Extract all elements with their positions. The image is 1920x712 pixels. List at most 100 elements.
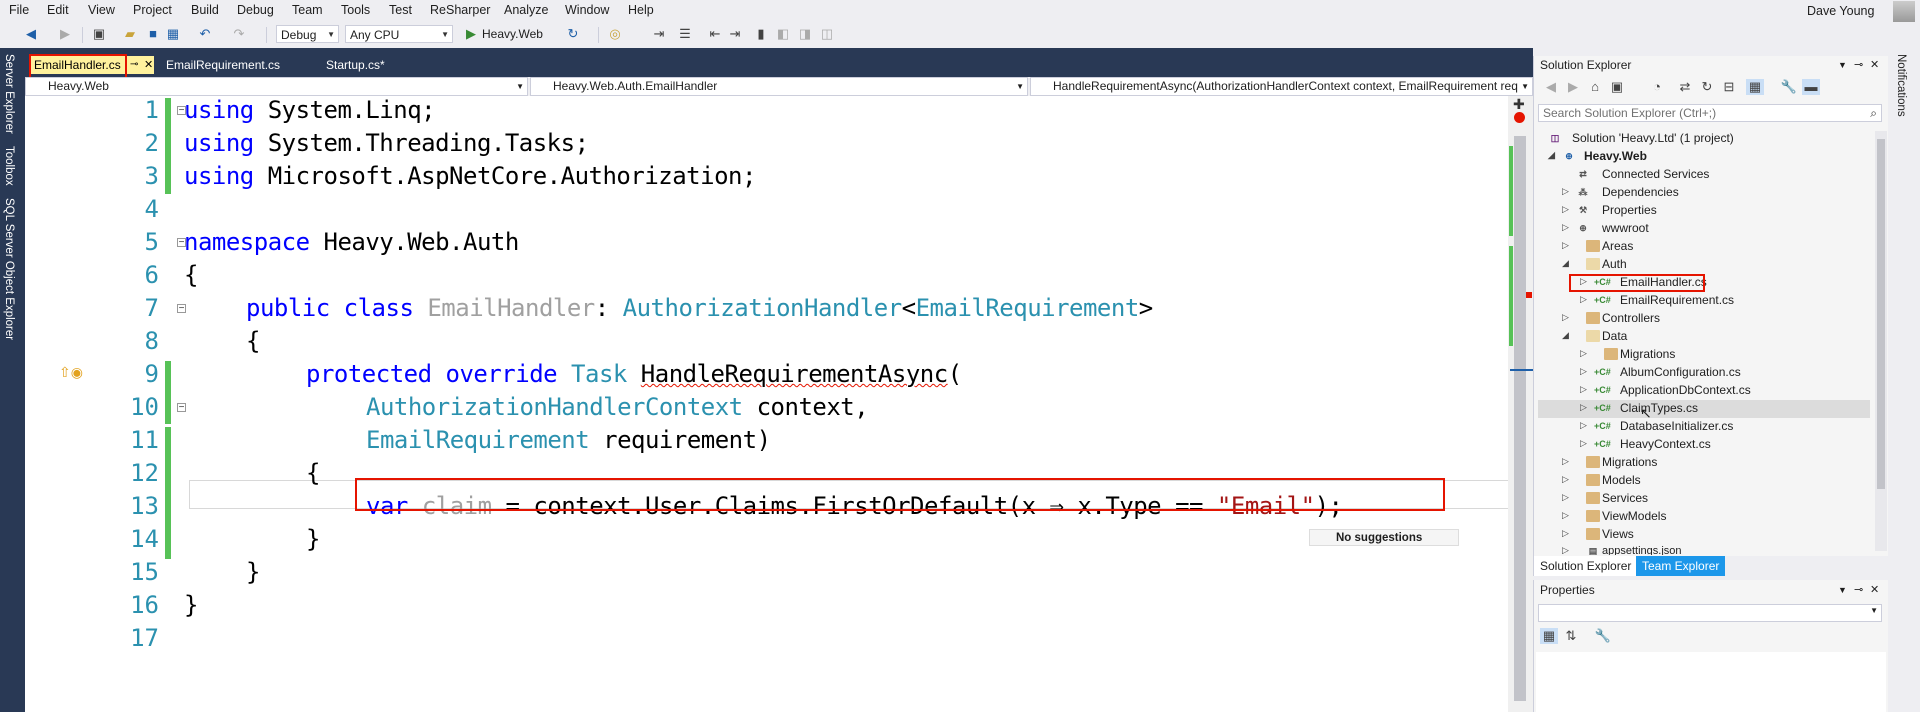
- expand-triangle-icon[interactable]: ▷: [1580, 294, 1587, 305]
- expand-triangle-icon[interactable]: ▷: [1562, 510, 1569, 521]
- categorized-icon[interactable]: ▦: [1540, 628, 1558, 644]
- menu-team[interactable]: Team: [292, 3, 323, 17]
- step-icon[interactable]: ⇥: [650, 26, 668, 42]
- run-target-label[interactable]: Heavy.Web: [482, 27, 543, 41]
- tree-item-models[interactable]: ▷ Models: [1562, 473, 1641, 487]
- tree-item-auth[interactable]: ◢ Auth: [1562, 257, 1627, 271]
- back-icon[interactable]: ◀: [22, 26, 40, 42]
- project-navigation-select[interactable]: Heavy.Web ▼: [25, 77, 528, 96]
- expand-triangle-icon[interactable]: ▷: [1562, 528, 1569, 539]
- menu-project[interactable]: Project: [133, 3, 172, 17]
- home-icon[interactable]: ⌂: [1586, 79, 1604, 95]
- menu-resharper[interactable]: ReSharper: [430, 3, 490, 17]
- sql-server-object-explorer-tab[interactable]: SQL Server Object Explorer: [3, 198, 15, 340]
- alphabetical-icon[interactable]: ⇅: [1562, 628, 1580, 644]
- tree-item-dependencies[interactable]: ▷ ⁂ Dependencies: [1562, 185, 1679, 199]
- scroll-thumb[interactable]: [1877, 139, 1885, 489]
- server-explorer-tab[interactable]: Server Explorer: [3, 54, 15, 134]
- expand-triangle-icon[interactable]: ▷: [1562, 492, 1569, 503]
- close-icon[interactable]: ✕: [144, 56, 153, 74]
- expand-triangle-icon[interactable]: ▷: [1562, 222, 1569, 233]
- tree-item-emailrequirement[interactable]: ▷ +C# EmailRequirement.cs: [1580, 293, 1734, 307]
- save-all-icon[interactable]: ▦: [164, 26, 182, 42]
- tree-item-properties[interactable]: ▷ ⚒ Properties: [1562, 203, 1657, 217]
- prev-bookmark-icon[interactable]: ◧: [774, 26, 792, 42]
- clear-bookmarks-icon[interactable]: ◫: [818, 26, 836, 42]
- comment-icon[interactable]: ☰: [676, 26, 694, 42]
- collapse-all-icon[interactable]: ⊟: [1720, 79, 1738, 95]
- close-icon[interactable]: ✕: [1870, 56, 1879, 75]
- expand-triangle-icon[interactable]: ▷: [1562, 312, 1569, 323]
- preview-icon[interactable]: ▬: [1802, 79, 1820, 95]
- expand-triangle-icon[interactable]: ▷: [1580, 402, 1587, 413]
- refresh-icon[interactable]: ↻: [1698, 79, 1716, 95]
- close-icon[interactable]: ✕: [1870, 580, 1879, 600]
- tree-item-viewmodels[interactable]: ▷ ViewModels: [1562, 509, 1666, 523]
- solution-explorer-search-input[interactable]: Search Solution Explorer (Ctrl+;) ⌕: [1538, 104, 1882, 122]
- collapse-triangle-icon[interactable]: ◢: [1548, 150, 1555, 161]
- menu-edit[interactable]: Edit: [47, 3, 69, 17]
- tree-item-connected-services[interactable]: ⇄ Connected Services: [1576, 167, 1709, 181]
- expand-triangle-icon[interactable]: ▷: [1580, 420, 1587, 431]
- tree-item-views[interactable]: ▷ Views: [1562, 527, 1634, 541]
- chevron-down-icon[interactable]: ▼: [1838, 580, 1847, 600]
- sync-icon[interactable]: ⇄: [1676, 79, 1694, 95]
- new-project-icon[interactable]: ▣: [90, 26, 108, 42]
- platform-select[interactable]: Any CPU ▼: [345, 25, 453, 43]
- configuration-select[interactable]: Debug ▼: [276, 25, 339, 43]
- pin-icon[interactable]: ⊸: [1854, 580, 1863, 600]
- open-folder-icon[interactable]: ▰: [121, 26, 139, 42]
- tree-item-albumconfiguration[interactable]: ▷ +C# AlbumConfiguration.cs: [1580, 365, 1741, 379]
- save-icon[interactable]: ■: [144, 26, 162, 42]
- member-navigation-select[interactable]: HandleRequirementAsync(AuthorizationHand…: [1030, 77, 1533, 96]
- find-icon[interactable]: ◎: [606, 26, 624, 42]
- tab-emailrequirement[interactable]: EmailRequirement.cs: [162, 56, 292, 74]
- next-bookmark-icon[interactable]: ◨: [796, 26, 814, 42]
- tree-item-appsettings[interactable]: ▷ ▤ appsettings.json: [1562, 545, 1682, 555]
- switch-views-icon[interactable]: ▣: [1608, 79, 1626, 95]
- split-icon[interactable]: ✚: [1513, 96, 1525, 113]
- error-indicator-icon[interactable]: [1514, 112, 1525, 123]
- property-pages-icon[interactable]: 🔧: [1594, 628, 1612, 644]
- menu-view[interactable]: View: [88, 3, 115, 17]
- collapse-icon[interactable]: −: [177, 403, 186, 413]
- back-icon[interactable]: ◀: [1542, 79, 1560, 95]
- play-icon[interactable]: ▶: [462, 26, 480, 42]
- tree-item-areas[interactable]: ▷ Areas: [1562, 239, 1633, 253]
- scroll-thumb[interactable]: [1514, 136, 1526, 701]
- bookmark-icon[interactable]: ▮: [752, 26, 770, 42]
- menu-build[interactable]: Build: [191, 3, 219, 17]
- menu-window[interactable]: Window: [565, 3, 609, 17]
- expand-triangle-icon[interactable]: ▷: [1562, 545, 1569, 555]
- expand-triangle-icon[interactable]: ▷: [1562, 474, 1569, 485]
- tab-team-explorer[interactable]: Team Explorer: [1636, 556, 1726, 576]
- expand-triangle-icon[interactable]: ▷: [1580, 348, 1587, 359]
- toolbox-tab[interactable]: Toolbox: [3, 146, 15, 186]
- refresh-icon[interactable]: ↻: [564, 26, 582, 42]
- outdent-icon[interactable]: ⇥: [726, 26, 744, 42]
- menu-tools[interactable]: Tools: [341, 3, 370, 17]
- tree-item-solution[interactable]: ◫ Solution 'Heavy.Ltd' (1 project): [1548, 131, 1734, 145]
- tab-startup[interactable]: Startup.cs*: [322, 56, 422, 74]
- expand-triangle-icon[interactable]: ▷: [1580, 384, 1587, 395]
- code-editor[interactable]: 1 2 3 4 5 6 7 8 9 10 11 12 13 14 15 16 1…: [25, 96, 1509, 712]
- codelens-icon[interactable]: ⇧◉: [59, 364, 83, 381]
- indent-icon[interactable]: ⇤: [706, 26, 724, 42]
- properties-object-select[interactable]: ▼: [1538, 604, 1882, 622]
- tree-item-data[interactable]: ◢ Data: [1562, 329, 1627, 343]
- tree-scrollbar[interactable]: [1875, 131, 1887, 551]
- expand-triangle-icon[interactable]: ▷: [1580, 366, 1587, 377]
- collapse-icon[interactable]: −: [177, 304, 186, 314]
- expand-triangle-icon[interactable]: ▷: [1580, 438, 1587, 449]
- forward-icon[interactable]: ▶: [56, 26, 74, 42]
- menu-file[interactable]: File: [9, 3, 29, 17]
- notifications-tab[interactable]: Notifications: [1895, 54, 1907, 117]
- collapse-triangle-icon[interactable]: ◢: [1562, 330, 1569, 341]
- chevron-down-icon[interactable]: ▼: [1838, 56, 1847, 75]
- forward-icon[interactable]: ▶: [1564, 79, 1582, 95]
- tree-item-wwwroot[interactable]: ▷ ⊕ wwwroot: [1562, 221, 1649, 235]
- expand-triangle-icon[interactable]: ▷: [1562, 456, 1569, 467]
- user-name[interactable]: Dave Young: [1807, 4, 1874, 18]
- tree-item-services[interactable]: ▷ Services: [1562, 491, 1648, 505]
- expand-triangle-icon[interactable]: ▷: [1562, 240, 1569, 251]
